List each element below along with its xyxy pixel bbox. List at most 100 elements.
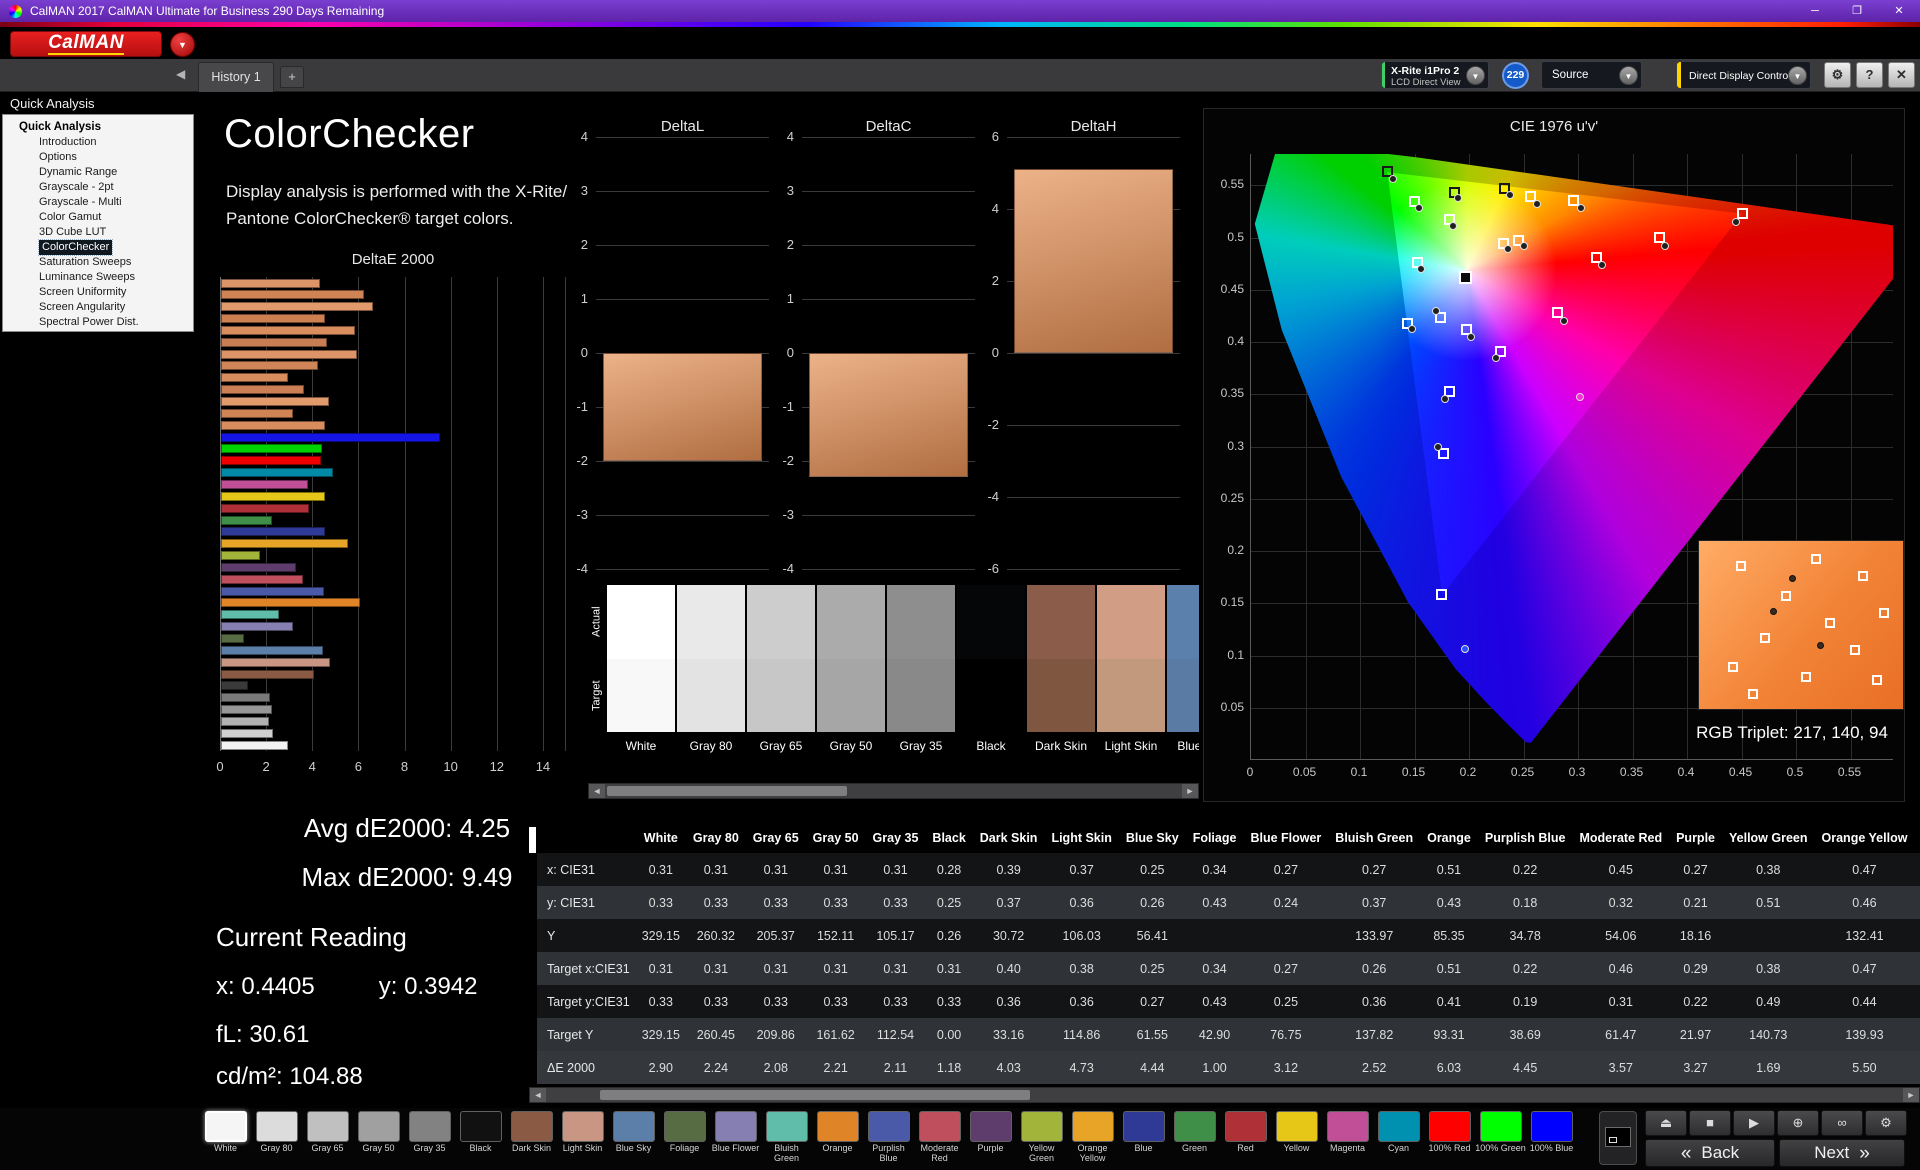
sidebar-item-screen-angularity[interactable]: Screen Angularity	[39, 300, 125, 315]
patch-label: Moderate Red	[914, 1144, 965, 1164]
sidebar-item-dynamic-range[interactable]: Dynamic Range	[39, 165, 117, 180]
deltae-bar	[221, 693, 270, 702]
inset-target-square	[1858, 571, 1868, 581]
workspace-close-button[interactable]: ✕	[1888, 62, 1915, 88]
deltal-bar	[603, 353, 762, 461]
sidebar-collapse-button[interactable]: ◀	[176, 67, 185, 81]
bottom-patch-orange[interactable]: Orange	[812, 1111, 863, 1164]
deltae-gridline	[266, 277, 267, 751]
help-button[interactable]: ?	[1856, 62, 1883, 88]
scrollbar-thumb[interactable]	[600, 1090, 1030, 1100]
sidebar-item-saturation-sweeps[interactable]: Saturation Sweeps	[39, 255, 131, 270]
bottom-patch-red[interactable]: Red	[1220, 1111, 1271, 1164]
cie-measured-point	[1520, 242, 1528, 250]
close-button[interactable]: ✕	[1878, 0, 1920, 22]
bottom-patch-green[interactable]: Green	[1169, 1111, 1220, 1164]
sidebar: Quick Analysis Quick Analysis Introducti…	[0, 92, 196, 1170]
scroll-left-arrow-icon[interactable]: ◄	[530, 1088, 546, 1102]
deltae-axis-tick: 0	[210, 759, 230, 774]
bottom-patch-blue[interactable]: Blue	[1118, 1111, 1169, 1164]
display-control-dropdown[interactable]: Direct Display Control ▼	[1676, 61, 1811, 89]
sidebar-item-colorchecker[interactable]: ColorChecker	[39, 240, 112, 255]
sidebar-item-spectral-power-dist[interactable]: Spectral Power Dist.	[39, 315, 139, 330]
maximize-button[interactable]: ❐	[1836, 0, 1878, 22]
bottom-patch-100-red[interactable]: 100% Red	[1424, 1111, 1475, 1164]
back-chevron-icon: «	[1681, 1144, 1692, 1163]
bottom-patch-dark-skin[interactable]: Dark Skin	[506, 1111, 557, 1164]
bottom-patch-magenta[interactable]: Magenta	[1322, 1111, 1373, 1164]
display-control-arrow-icon[interactable]: ▼	[1788, 66, 1807, 85]
bottom-patch-black[interactable]: Black	[455, 1111, 506, 1164]
bottom-patch-gray-50[interactable]: Gray 50	[353, 1111, 404, 1164]
minimize-button[interactable]: ─	[1794, 0, 1836, 22]
pattern-window-button[interactable]	[1599, 1111, 1637, 1165]
bottom-patch-gray-35[interactable]: Gray 35	[404, 1111, 455, 1164]
scroll-right-arrow-icon[interactable]: ►	[1903, 1088, 1919, 1102]
swatch-strip-scrollbar[interactable]: ◄ ►	[588, 783, 1199, 799]
transport-loop-button[interactable]: ∞	[1821, 1110, 1863, 1136]
swatch-actual-color	[607, 585, 675, 659]
xy-reading: x: 0.4405y: 0.3942	[216, 973, 478, 1001]
bottom-patch-yellow-green[interactable]: Yellow Green	[1016, 1111, 1067, 1164]
bottom-patch-bluish-green[interactable]: Bluish Green	[761, 1111, 812, 1164]
sidebar-item-luminance-sweeps[interactable]: Luminance Sweeps	[39, 270, 135, 285]
sidebar-item-options[interactable]: Options	[39, 150, 77, 165]
patch-color	[1327, 1111, 1369, 1142]
table-cell: 1.00	[1186, 1051, 1244, 1084]
table-cell: 0.26	[1328, 952, 1420, 985]
table-scrollbar[interactable]: ◄ ►	[529, 1087, 1920, 1103]
sidebar-item-grayscale-multi[interactable]: Grayscale - Multi	[39, 195, 122, 210]
table-cell: 0.46	[1572, 952, 1669, 985]
sidebar-tree-root[interactable]: Quick Analysis	[19, 119, 193, 135]
bottom-patch-purple[interactable]: Purple	[965, 1111, 1016, 1164]
bottom-patch-gray-80[interactable]: Gray 80	[251, 1111, 302, 1164]
table-cell: 0.43	[1186, 886, 1244, 919]
tab-history-1[interactable]: History 1	[198, 62, 274, 92]
bottom-patch-foliage[interactable]: Foliage	[659, 1111, 710, 1164]
bottom-patch-moderate-red[interactable]: Moderate Red	[914, 1111, 965, 1164]
source-dropdown[interactable]: Source ▼	[1541, 61, 1642, 89]
scroll-left-arrow-icon[interactable]: ◄	[589, 784, 605, 798]
transport-play-button[interactable]: ▶	[1733, 1110, 1775, 1136]
bottom-patch-blue-sky[interactable]: Blue Sky	[608, 1111, 659, 1164]
next-button[interactable]: Next »	[1779, 1139, 1905, 1167]
transport-controls: ⏏■▶⊕∞⚙	[1645, 1110, 1909, 1136]
swatch-label: White	[607, 739, 675, 753]
sidebar-item-color-gamut[interactable]: Color Gamut	[39, 210, 101, 225]
source-dropdown-arrow-icon[interactable]: ▼	[1619, 66, 1638, 85]
patch-color	[817, 1111, 859, 1142]
scroll-right-arrow-icon[interactable]: ►	[1182, 784, 1198, 798]
patch-label: Gray 50	[353, 1144, 404, 1164]
table-cell: 2.08	[746, 1051, 806, 1084]
sidebar-item-grayscale-2pt[interactable]: Grayscale - 2pt	[39, 180, 114, 195]
bottom-patch-100-blue[interactable]: 100% Blue	[1526, 1111, 1577, 1164]
bottom-patch-gray-65[interactable]: Gray 65	[302, 1111, 353, 1164]
bottom-patch-orange-yellow[interactable]: Orange Yellow	[1067, 1111, 1118, 1164]
transport-target-button[interactable]: ⊕	[1777, 1110, 1819, 1136]
settings-gear-button[interactable]: ⚙	[1824, 62, 1851, 88]
bottom-patch-blue-flower[interactable]: Blue Flower	[710, 1111, 761, 1164]
bottom-patch-100-green[interactable]: 100% Green	[1475, 1111, 1526, 1164]
bottom-patch-white[interactable]: White	[200, 1111, 251, 1164]
cie-measured-point	[1449, 222, 1457, 230]
sidebar-item-3d-cube-lut[interactable]: 3D Cube LUT	[39, 225, 106, 240]
swatch-actual-color	[1027, 585, 1095, 659]
meter-dropdown-arrow-icon[interactable]: ▼	[1466, 66, 1485, 85]
bottom-patch-cyan[interactable]: Cyan	[1373, 1111, 1424, 1164]
bottom-patch-yellow[interactable]: Yellow	[1271, 1111, 1322, 1164]
back-button[interactable]: « Back	[1645, 1139, 1775, 1167]
calman-logo[interactable]: CalMAN	[10, 31, 162, 57]
sidebar-item-screen-uniformity[interactable]: Screen Uniformity	[39, 285, 126, 300]
deltae-bar	[221, 444, 322, 453]
bottom-patch-purplish-blue[interactable]: Purplish Blue	[863, 1111, 914, 1164]
transport-stop-button[interactable]: ■	[1689, 1110, 1731, 1136]
transport-eject-button[interactable]: ⏏	[1645, 1110, 1687, 1136]
scrollbar-thumb[interactable]	[607, 786, 847, 796]
logo-menu-button[interactable]: ▼	[170, 32, 195, 57]
transport-settings-button[interactable]: ⚙	[1865, 1110, 1907, 1136]
tab-add-button[interactable]: +	[280, 66, 304, 88]
bottom-patch-light-skin[interactable]: Light Skin	[557, 1111, 608, 1164]
sidebar-item-introduction[interactable]: Introduction	[39, 135, 96, 150]
inset-target-square	[1801, 672, 1811, 682]
meter-dropdown[interactable]: X-Rite i1Pro 2 LCD Direct View ▼	[1381, 61, 1489, 89]
